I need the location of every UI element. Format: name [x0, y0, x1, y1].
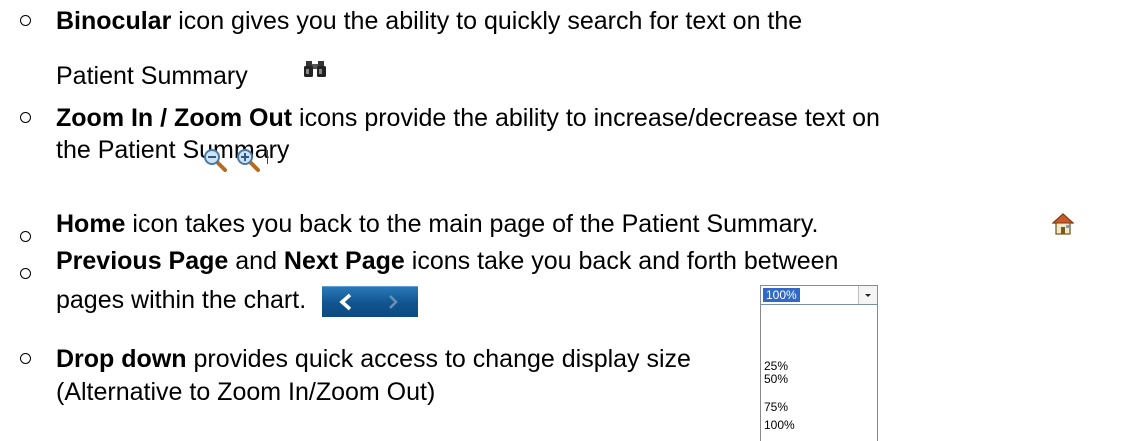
- next-page-icon: [389, 295, 398, 309]
- previous-page-icon: [339, 293, 352, 311]
- item-zoom-line1: Zoom In / Zoom Out icons provide the abi…: [56, 104, 880, 132]
- zoom-out-icon[interactable]: [203, 148, 227, 172]
- item-home: Home icon takes you back to the main pag…: [56, 210, 819, 238]
- zoom-options-list: 25% 50% 75% 100%: [760, 305, 878, 441]
- bullet-3: [20, 231, 31, 242]
- item-dropdown-line2: (Alternative to Zoom In/Zoom Out): [56, 378, 436, 406]
- item-binocular-line1: Binocular icon gives you the ability to …: [56, 7, 803, 35]
- zoom-select[interactable]: 100%: [760, 285, 878, 305]
- chevron-down-icon[interactable]: [858, 286, 877, 304]
- bullet-1: [20, 15, 31, 26]
- item-binocular-line2: Patient Summary: [56, 62, 248, 90]
- text-cursor: [267, 150, 268, 164]
- zoom-option-50[interactable]: 50%: [764, 373, 788, 386]
- binoculars-icon[interactable]: [304, 60, 326, 78]
- bullet-4: [20, 268, 31, 279]
- zoom-option-75[interactable]: 75%: [764, 401, 788, 414]
- item-prevnext-line2: pages within the chart.: [56, 286, 307, 314]
- previous-page-button[interactable]: [322, 287, 370, 317]
- zoom-option-100[interactable]: 100%: [764, 419, 795, 432]
- item-prevnext-line1: Previous Page and Next Page icons take y…: [56, 247, 839, 275]
- home-icon[interactable]: [1052, 213, 1074, 235]
- bullet-5: [20, 353, 31, 364]
- next-page-button[interactable]: [370, 287, 418, 317]
- item-dropdown-line1: Drop down provides quick access to chang…: [56, 345, 691, 373]
- page-nav-bar: [322, 286, 418, 317]
- bullet-2: [20, 112, 31, 123]
- zoom-in-icon[interactable]: [236, 148, 260, 172]
- zoom-select-value: 100%: [763, 288, 800, 302]
